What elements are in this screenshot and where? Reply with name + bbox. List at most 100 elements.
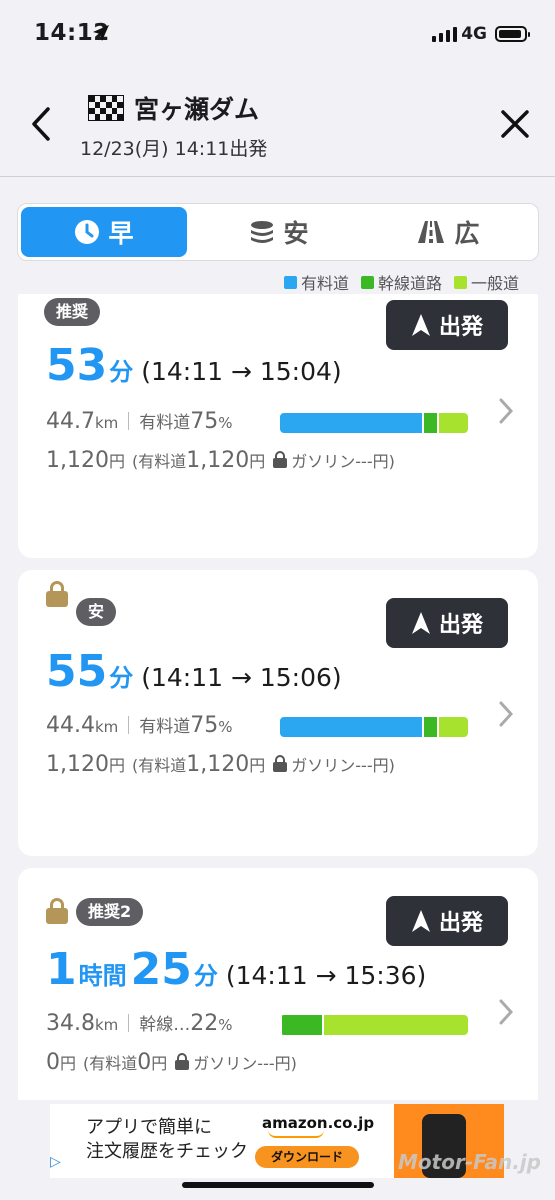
gas-unit: 円) — [274, 1054, 297, 1073]
location-arrow-icon — [93, 25, 109, 41]
route-cost: 0円 (有料道0円 ガソリン---円) — [46, 1050, 297, 1075]
ad-text: アプリで簡単に 注文履歴をチェック — [86, 1116, 248, 1164]
coins-icon — [251, 221, 274, 243]
duration-minutes: 53 — [46, 340, 108, 391]
lock-icon — [273, 451, 288, 468]
tab-wide-road[interactable]: 広 — [368, 207, 528, 257]
distance-unit: km — [94, 718, 119, 736]
trunk-road-segment — [421, 413, 437, 433]
tab-fastest[interactable]: 早 — [21, 207, 187, 257]
legend-swatch — [283, 275, 297, 289]
minutes-unit: 分 — [193, 962, 218, 990]
start-button-label: 出発 — [438, 315, 483, 340]
duration-minutes: 25 — [130, 944, 192, 995]
percent-unit: % — [218, 718, 233, 736]
legend-label: 一般道 — [470, 274, 519, 293]
gas-unit: 円) — [372, 452, 395, 471]
route-card[interactable]: 推奨2 出発 1時間25分 (14:11 → 15:36) 34.8km 幹線…22… — [18, 868, 538, 1100]
road-percent: 75 — [190, 713, 219, 738]
legend-general: 一般道 — [453, 270, 519, 294]
start-button[interactable]: 出発 — [386, 598, 508, 648]
lock-icon — [175, 1053, 190, 1070]
toll-value: 0 — [137, 1050, 152, 1075]
lock-icon — [46, 581, 68, 607]
legend-swatch — [453, 275, 467, 289]
amazon-logo: amazon.co.jp — [262, 1114, 375, 1138]
distance-unit: km — [94, 1016, 119, 1034]
route-badge: 推奨 — [44, 298, 101, 326]
legend-label: 有料道 — [300, 274, 349, 293]
time-range: (14:11 → 15:36) — [225, 961, 427, 990]
tab-cheapest[interactable]: 安 — [214, 207, 344, 257]
status-bar: 14:12 4G — [0, 0, 555, 70]
trunk-road-segment — [280, 1015, 323, 1035]
ad-line-1: アプリで簡単に — [86, 1117, 212, 1138]
minutes-unit: 分 — [109, 358, 134, 386]
chevron-right-icon[interactable] — [498, 998, 514, 1026]
distance-unit: km — [94, 414, 119, 432]
route-duration: 55分 (14:11 → 15:06) — [46, 646, 342, 697]
clock-icon — [75, 220, 100, 244]
route-type-tabs: 早 安 広 — [17, 203, 539, 261]
percent-unit: % — [218, 414, 233, 432]
route-duration: 53分 (14:11 → 15:04) — [46, 340, 342, 391]
gas-label: ガソリン — [193, 1054, 258, 1073]
route-duration: 1時間25分 (14:11 → 15:36) — [46, 944, 426, 995]
watermark: Motor-Fan.jp — [398, 1150, 541, 1174]
chevron-right-icon[interactable] — [498, 700, 514, 728]
route-card[interactable]: 安 出発 55分 (14:11 → 15:06) 44.4km 有料道75% 1,1… — [18, 570, 538, 856]
toll-unit: 円 — [249, 756, 266, 775]
home-indicator — [182, 1182, 374, 1188]
cost-unit: 円 — [108, 756, 125, 775]
toll-label: (有料道 — [132, 756, 187, 775]
general-road-segment — [322, 1015, 468, 1035]
toll-unit: 円 — [151, 1054, 168, 1073]
chevron-right-icon[interactable] — [498, 397, 514, 425]
route-card[interactable]: 推奨 出発 53分 (14:11 → 15:04) 44.7km 有料道75% 1,… — [18, 294, 538, 558]
toll-value: 1,120 — [186, 448, 250, 473]
road-percent: 75 — [190, 409, 219, 434]
back-button[interactable] — [28, 106, 54, 142]
network-type: 4G — [461, 24, 487, 44]
adchoices-icon[interactable]: ▷ — [50, 1154, 68, 1172]
checkered-flag-icon — [88, 95, 124, 121]
start-button[interactable]: 出発 — [386, 896, 508, 946]
destination-name: 宮ヶ瀬ダム — [134, 95, 260, 124]
navigation-arrow-icon — [411, 612, 430, 634]
gas-value: --- — [355, 452, 373, 471]
close-button[interactable] — [499, 108, 531, 140]
ad-download-button[interactable]: ダウンロード — [255, 1146, 359, 1168]
distance-value: 44.7 — [46, 409, 95, 434]
route-distance: 34.8km 幹線…22% — [46, 1010, 233, 1036]
start-button[interactable]: 出発 — [386, 300, 508, 350]
start-button-label: 出発 — [438, 613, 483, 638]
general-road-segment — [436, 413, 468, 433]
road-icon — [418, 221, 445, 243]
lock-icon — [273, 755, 288, 772]
cost-value: 0 — [46, 1050, 60, 1075]
toll-label: (有料道 — [83, 1054, 138, 1073]
navigation-arrow-icon — [411, 910, 430, 932]
legend-toll: 有料道 — [283, 270, 349, 294]
hours-unit: 時間 — [78, 962, 127, 990]
time-range: (14:11 → 15:06) — [141, 663, 342, 692]
gas-label: ガソリン — [291, 452, 356, 471]
ad-line-2: 注文履歴をチェック — [86, 1141, 248, 1162]
legend-label: 幹線道路 — [377, 274, 442, 293]
gas-unit: 円) — [372, 756, 395, 775]
minutes-unit: 分 — [109, 664, 134, 692]
toll-road-segment — [280, 413, 422, 433]
duration-minutes: 55 — [46, 646, 108, 697]
battery-icon — [495, 26, 530, 42]
cost-value: 1,120 — [46, 752, 109, 777]
cost-unit: 円 — [60, 1054, 77, 1073]
toll-road-segment — [280, 717, 422, 737]
time-range: (14:11 → 15:04) — [141, 357, 342, 386]
percent-unit: % — [218, 1016, 233, 1034]
distance-value: 34.8 — [46, 1011, 95, 1036]
route-cost: 1,120円 (有料道1,120円 ガソリン---円) — [46, 448, 395, 473]
road-composition-bar — [280, 413, 468, 433]
toll-unit: 円 — [249, 452, 266, 471]
gas-value: --- — [257, 1054, 275, 1073]
road-percent: 22 — [190, 1011, 219, 1036]
